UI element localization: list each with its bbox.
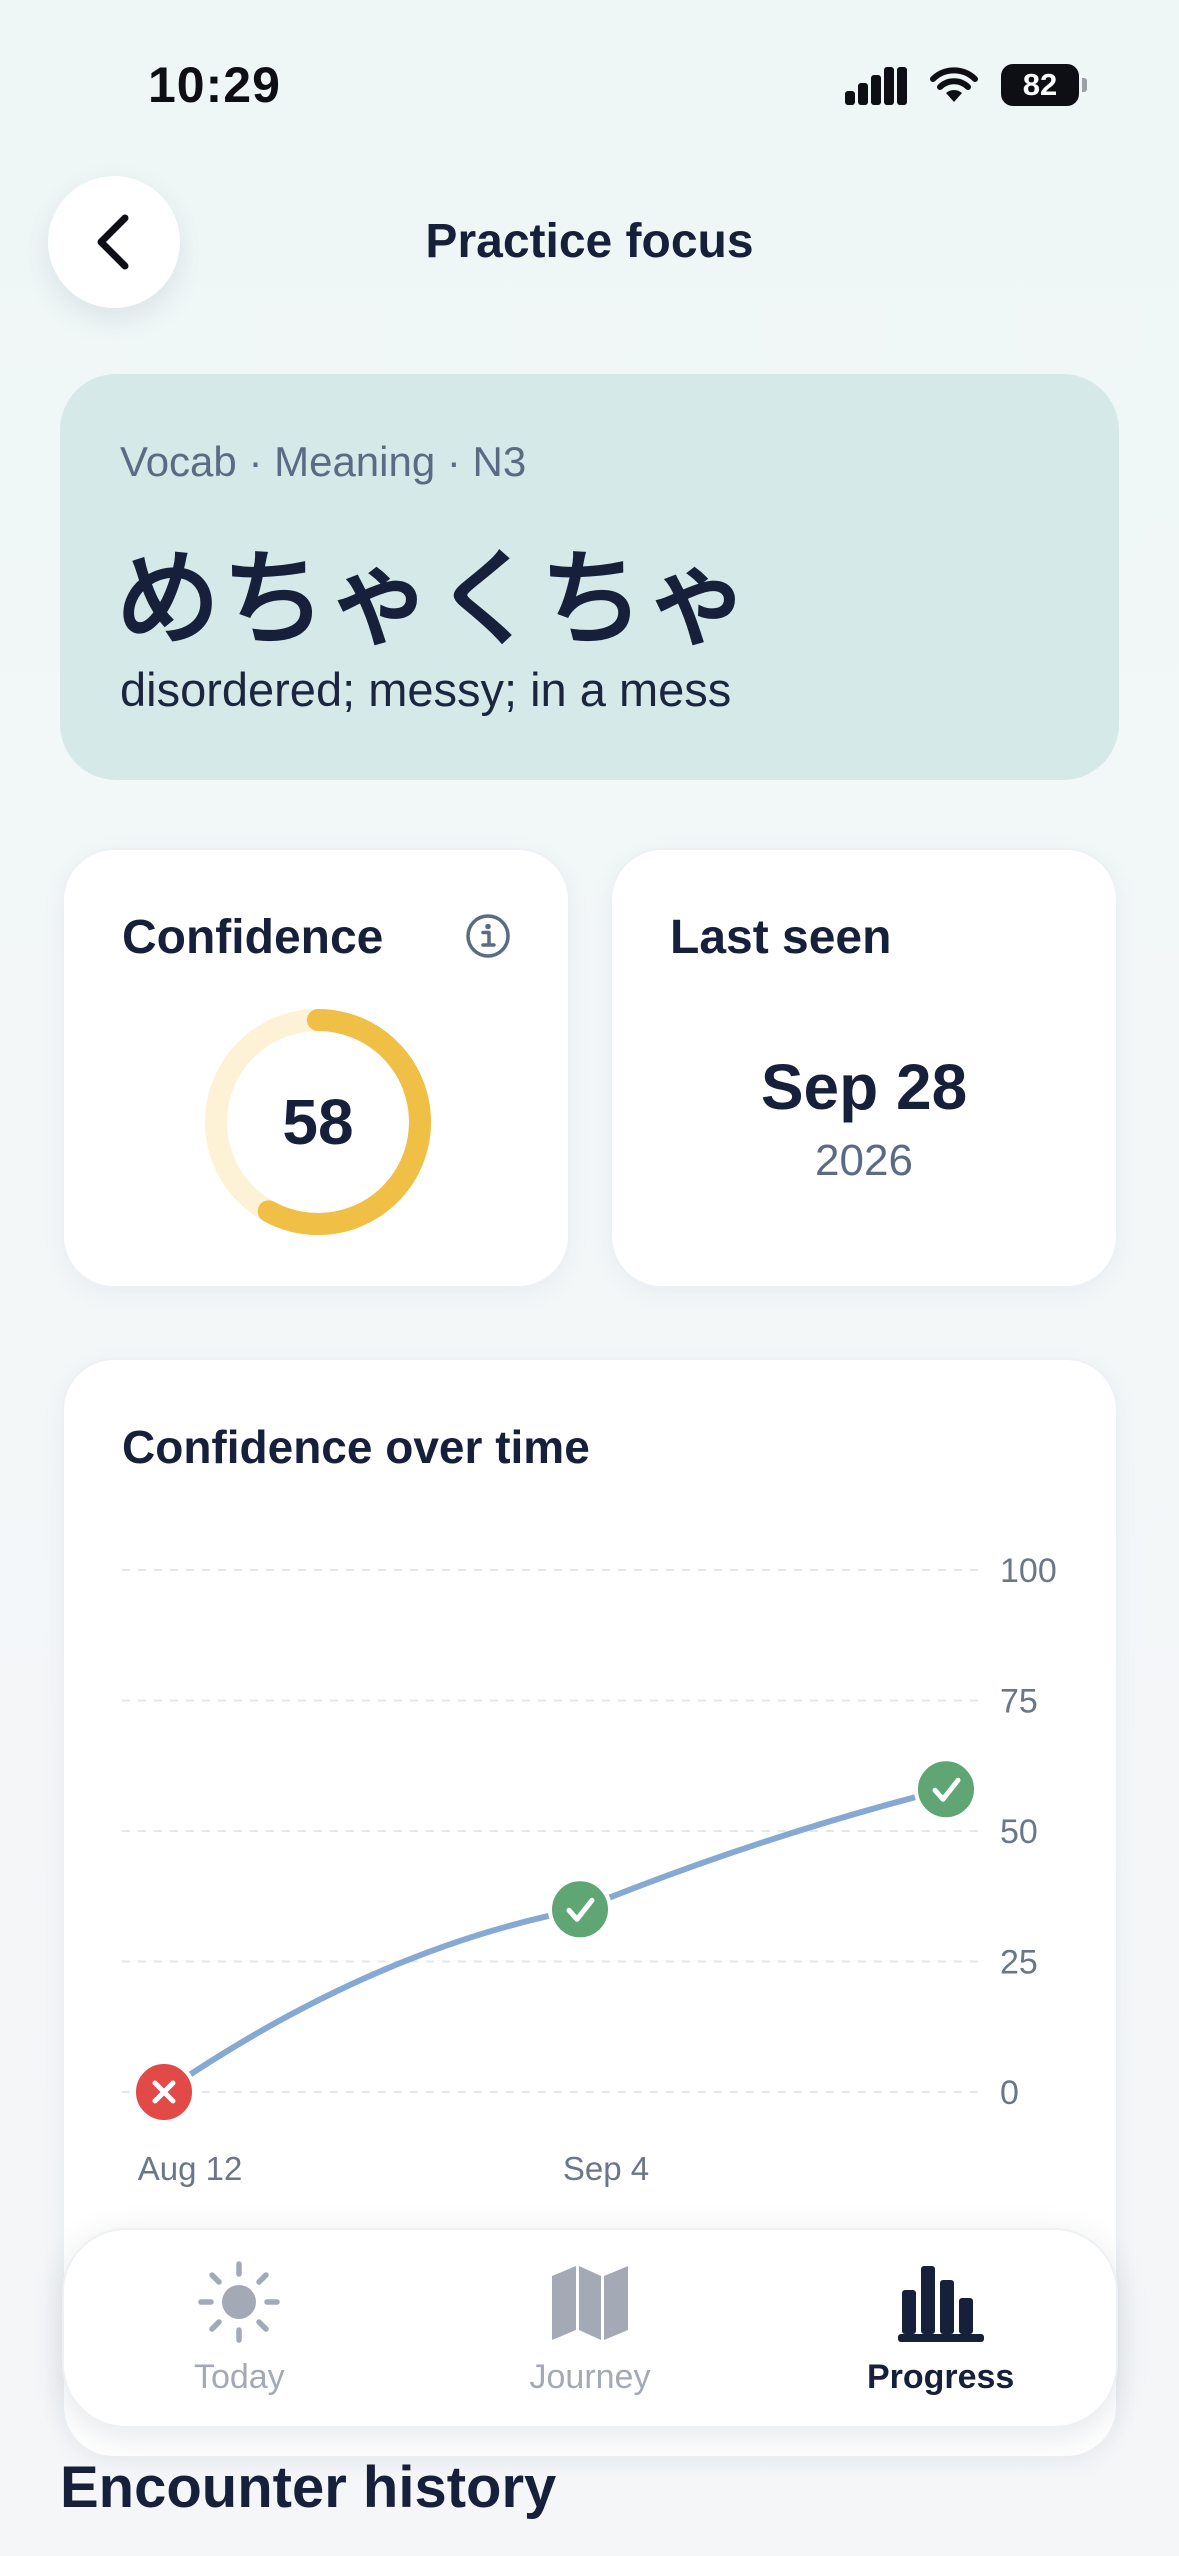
status-icons: 82 — [845, 64, 1087, 106]
confidence-value: 58 — [282, 1086, 354, 1158]
tab-progress[interactable]: Progress — [791, 2260, 1091, 2397]
tab-today-label: Today — [193, 2357, 285, 2396]
last-seen-date: Sep 28 — [760, 1051, 968, 1123]
x-tick-label-1: Sep 4 — [563, 2150, 649, 2187]
series-line — [161, 1786, 949, 2095]
map-icon — [551, 2265, 628, 2340]
tab-progress-label: Progress — [866, 2357, 1015, 2396]
sun-icon — [198, 2260, 281, 2343]
vocab-hero-card: Vocab · Meaning · N3 めちゃくちゃ disordered; … — [60, 374, 1119, 780]
confidence-card: Confidence 58 — [62, 848, 570, 1288]
y-tick-label-75: 75 — [1000, 1683, 1038, 1721]
status-bar: 10:29 82 — [0, 0, 1179, 170]
battery-level: 82 — [1022, 67, 1058, 102]
y-tick-label-50: 50 — [1000, 1813, 1038, 1851]
tab-today[interactable]: Today — [89, 2260, 389, 2397]
last-seen-label: Last seen — [670, 911, 892, 964]
info-circle-icon[interactable] — [464, 912, 512, 965]
wifi-icon — [930, 67, 978, 102]
battery-icon: 82 — [1001, 64, 1087, 106]
data-point-1 — [548, 1877, 612, 1942]
tab-journey[interactable]: Journey — [440, 2260, 740, 2397]
bottom-tab-bar: Today Journey Progress — [62, 2228, 1118, 2428]
data-point-2 — [914, 1757, 978, 1822]
vocab-word: めちゃくちゃ — [116, 542, 753, 658]
tab-journey-label: Journey — [529, 2357, 651, 2396]
cellular-signal-icon — [845, 67, 907, 105]
vocab-meta: Vocab · Meaning · N3 — [120, 438, 527, 485]
encounter-history-heading: Encounter history — [60, 2455, 557, 2520]
last-seen-card: Last seen Sep 28 2026 — [610, 848, 1118, 1288]
bar-chart-icon — [897, 2265, 984, 2342]
status-time: 10:29 — [148, 57, 281, 113]
vocab-meaning: disordered; messy; in a mess — [120, 663, 732, 716]
y-tick-label-100: 100 — [1000, 1552, 1057, 1590]
last-seen-year: 2026 — [815, 1136, 913, 1185]
confidence-label: Confidence — [122, 911, 384, 964]
page-title: Practice focus — [425, 215, 754, 268]
y-tick-label-25: 25 — [1000, 1944, 1038, 1982]
x-tick-label-0: Aug 12 — [138, 2150, 243, 2187]
y-tick-label-0: 0 — [1000, 2074, 1019, 2112]
